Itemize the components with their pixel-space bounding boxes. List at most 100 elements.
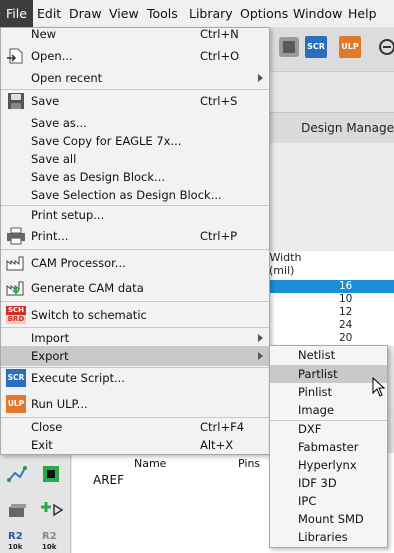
menu-item-label: Export [31,349,69,363]
menu-item-new[interactable]: New Ctrl+N [1,24,269,44]
export-item-fabmaster[interactable]: Fabmaster [270,438,387,456]
menu-item-execute-script[interactable]: SCR Execute Script... [1,368,269,388]
menu-item-label: Netlist [298,348,336,362]
table-cell: 20 [339,332,353,344]
toolbar-stop-icon[interactable] [378,38,394,56]
submenu-arrow-icon [258,334,263,342]
column-header-pins[interactable]: Pins [238,457,260,470]
menu-item-label: New [31,27,57,41]
menu-item-shortcut: Ctrl+N [200,27,239,41]
menu-separator [1,89,269,90]
menu-item-label: Libraries [298,530,348,544]
menu-item-label: DXF [298,422,322,436]
menu-item-open[interactable]: Open... Ctrl+O [1,46,269,66]
package-icon[interactable] [6,499,28,521]
add-part-icon[interactable] [40,499,64,521]
menu-item-exit[interactable]: Exit Alt+X [1,435,269,455]
ulp-icon: ULP [6,395,26,413]
menu-item-run-ulp[interactable]: ULP Run ULP... [1,394,269,414]
menu-library[interactable]: Library [189,0,233,27]
mouse-cursor-icon [372,376,386,397]
menu-window[interactable]: Window [293,0,342,27]
menu-item-switch-schematic[interactable]: SCH BRD Switch to schematic [1,305,269,325]
menu-item-export[interactable]: Export [1,346,269,366]
resistor-gray-icon[interactable]: R2 10k [42,531,64,553]
menu-item-cam-processor[interactable]: CAM Processor... [1,253,269,273]
table-row[interactable]: 12 [255,306,394,319]
menu-separator [1,249,269,250]
left-toolbar: R2 10k R2 10k [0,453,71,553]
menu-item-save-as[interactable]: Save as... [1,113,269,133]
menu-item-label: IPC [298,494,317,508]
menu-item-save-all[interactable]: Save all [1,149,269,169]
menu-item-label: Run ULP... [31,397,88,411]
menu-item-print[interactable]: Print... Ctrl+P [1,226,269,246]
menu-edit[interactable]: Edit [37,0,61,27]
menu-item-label: Hyperlynx [298,458,357,472]
table-row[interactable]: 10 [255,293,394,306]
resistor-value: 10k [8,543,23,551]
table-cell: 16 [339,280,353,292]
brd-icon-label: BRD [6,315,26,324]
export-item-ipc[interactable]: IPC [270,492,387,510]
toolbar-ulp-button[interactable]: ULP [339,36,361,58]
toolbar-gear-icon[interactable] [276,34,302,60]
design-manager-tab[interactable]: Design Manage [301,113,394,143]
sch-icon-label: SCH [6,306,26,315]
menu-item-label: Close [31,420,63,434]
menu-tools[interactable]: Tools [147,0,178,27]
export-item-partlist[interactable]: Partlist [270,365,387,383]
menu-bar: File Edit Draw View Tools Library Option… [0,0,394,27]
menu-item-print-setup[interactable]: Print setup... [1,205,269,225]
menu-item-open-recent[interactable]: Open recent [1,68,269,88]
menu-draw[interactable]: Draw [69,0,102,27]
menu-item-import[interactable]: Import [1,328,269,348]
export-submenu: Netlist Partlist Pinlist Image DXF Fabma… [269,345,388,548]
menu-item-label: Pinlist [298,385,333,399]
menu-view[interactable]: View [109,0,139,27]
menu-item-save-design-block[interactable]: Save as Design Block... [1,167,269,187]
export-item-mount-smd[interactable]: Mount SMD [270,510,387,528]
export-item-netlist[interactable]: Netlist [270,346,387,364]
table-row[interactable]: 20 [255,332,394,345]
table-cell: 12 [339,306,353,318]
menu-item-close[interactable]: Close Ctrl+F4 [1,417,269,437]
menu-item-shortcut: Ctrl+P [200,229,238,243]
table-row[interactable]: 24 [255,319,394,332]
generate-cam-icon [6,279,26,297]
resistor-icon[interactable]: R2 10k [8,531,30,553]
column-header-name[interactable]: Name [134,457,166,470]
menu-item-label: IDF 3D [298,476,337,490]
menu-item-shortcut: Ctrl+O [200,49,240,63]
menu-item-label: Image [298,403,335,417]
menu-help[interactable]: Help [348,0,377,27]
file-menu: New Ctrl+N Open... Ctrl+O Open recent Sa… [0,27,270,455]
export-item-hyperlynx[interactable]: Hyperlynx [270,456,387,474]
export-item-idf-3d[interactable]: IDF 3D [270,474,387,492]
schematic-icon: SCH BRD [6,306,26,324]
export-item-dxf[interactable]: DXF [270,420,387,438]
menu-item-save-copy[interactable]: Save Copy for EAGLE 7x... [1,131,269,151]
export-item-image[interactable]: Image [270,401,387,419]
export-item-pinlist[interactable]: Pinlist [270,383,387,401]
export-item-libraries[interactable]: Libraries [270,528,387,546]
table-row[interactable]: 16 [255,280,394,293]
menu-item-label: Execute Script... [31,371,125,385]
menu-item-shortcut: Alt+X [200,438,234,452]
menu-item-label: Save as... [31,116,87,130]
menu-file[interactable]: File [0,0,33,27]
menu-item-label: Open... [31,49,73,63]
menu-options[interactable]: Options [240,0,288,27]
menu-item-shortcut: Ctrl+F4 [200,420,245,434]
menu-item-save-selection[interactable]: Save Selection as Design Block... [1,185,269,205]
toolbar-scr-button[interactable]: SCR [305,36,327,58]
submenu-arrow-icon [258,74,263,82]
menu-item-generate-cam[interactable]: Generate CAM data [1,278,269,298]
resistor-value: 10k [42,543,57,551]
chip-icon[interactable] [40,463,62,485]
open-icon [6,47,26,65]
menu-item-save[interactable]: Save Ctrl+S [1,91,269,111]
net-class-table: n Width (mil) 16 10 12 24 20 [255,251,394,346]
route-icon[interactable] [6,463,28,485]
list-item[interactable]: AREF [93,473,124,487]
